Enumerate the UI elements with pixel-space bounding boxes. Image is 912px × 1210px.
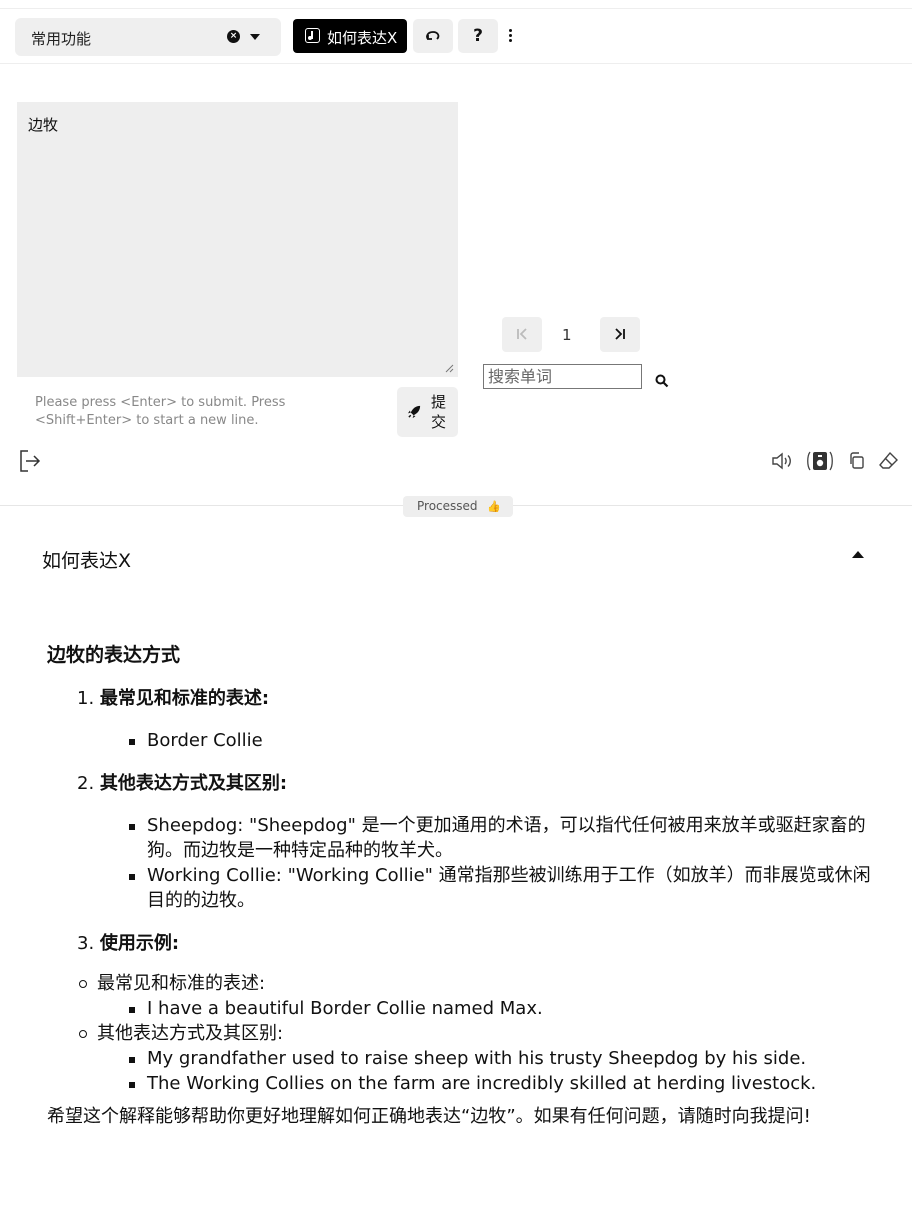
bullet-list: My grandfather used to raise sheep with … xyxy=(97,1046,877,1096)
undo-icon xyxy=(426,31,440,40)
function-select-value: 常用功能 xyxy=(31,30,92,48)
list-item: Border Collie xyxy=(129,728,877,753)
copy-icon[interactable] xyxy=(848,451,866,471)
list-item: 其他表达方式及其区别: My grandfather used to raise… xyxy=(79,1021,877,1096)
submit-hint: Please press <Enter> to submit. Press <S… xyxy=(35,395,286,428)
mode-button[interactable]: 如何表达X xyxy=(293,19,407,53)
top-toolbar: 常用功能 × 如何表达X ? xyxy=(0,8,912,64)
help-button[interactable]: ? xyxy=(458,19,498,53)
query-text: 边牧 xyxy=(28,116,59,134)
music-note-icon xyxy=(305,28,320,43)
clear-icon[interactable]: × xyxy=(227,30,240,43)
example-label: 其他表达方式及其区别: xyxy=(97,1023,284,1044)
reset-button[interactable] xyxy=(413,19,453,53)
first-page-icon xyxy=(517,328,527,340)
mode-button-label: 如何表达X xyxy=(327,29,398,47)
logout-icon[interactable] xyxy=(19,449,41,473)
chevron-down-icon[interactable] xyxy=(250,34,260,40)
bullet-list: I have a beautiful Border Collie named M… xyxy=(97,996,877,1021)
status-label: Processed xyxy=(417,499,478,513)
submit-label: 提交 xyxy=(431,393,447,431)
eraser-icon[interactable] xyxy=(879,451,899,471)
list-item: 最常见和标准的表述: I have a beautiful Border Col… xyxy=(79,971,877,1021)
item-number: 1. xyxy=(77,688,95,709)
status-badge: Processed 👍 xyxy=(403,496,513,517)
last-page-icon xyxy=(615,328,625,340)
page-number: 1 xyxy=(562,326,572,344)
list-item: 3. 使用示例: xyxy=(77,931,877,956)
list-item: My grandfather used to raise sheep with … xyxy=(129,1046,877,1071)
section-title: 最常见和标准的表述: xyxy=(99,688,270,709)
bullet-list: Sheepdog: "Sheepdog" 是一个更加通用的术语，可以指代任何被用… xyxy=(77,813,877,913)
bullet-list: Border Collie xyxy=(77,728,877,753)
list-item: 2. 其他表达方式及其区别: Sheepdog: "Sheepdog" 是一个更… xyxy=(77,771,877,913)
submit-button[interactable]: 提交 xyxy=(397,387,458,437)
section-title: 使用示例: xyxy=(99,933,180,954)
result-content: 边牧的表达方式 1. 最常见和标准的表述: Border Collie 2. 其… xyxy=(47,643,877,1129)
list-item: The Working Collies on the farm are incr… xyxy=(129,1071,877,1096)
collapse-icon[interactable] xyxy=(852,551,864,558)
speaker-icon[interactable] xyxy=(771,451,793,471)
example-list: 最常见和标准的表述: I have a beautiful Border Col… xyxy=(47,971,877,1096)
item-number: 2. xyxy=(77,773,95,794)
help-icon: ? xyxy=(473,26,483,46)
closing-text: 希望这个解释能够帮助你更好地理解如何正确地表达“边牧”。如果有任何问题，请随时向… xyxy=(47,1106,811,1127)
search-icon[interactable] xyxy=(655,374,669,388)
audio-file-icon[interactable] xyxy=(806,451,834,471)
more-menu-icon[interactable] xyxy=(507,29,513,45)
function-select[interactable]: 常用功能 × xyxy=(15,18,281,56)
result-heading: 边牧的表达方式 xyxy=(47,644,181,666)
list-item: Working Collie: "Working Collie" 通常指那些被训… xyxy=(129,863,877,913)
numbered-list: 1. 最常见和标准的表述: Border Collie 2. 其他表达方式及其区… xyxy=(47,686,877,956)
list-item: I have a beautiful Border Collie named M… xyxy=(129,996,877,1021)
word-search-input[interactable] xyxy=(483,364,642,389)
section-title: 其他表达方式及其区别: xyxy=(99,773,288,794)
result-panel-title: 如何表达X xyxy=(42,550,132,572)
rocket-icon xyxy=(407,405,421,419)
example-label: 最常见和标准的表述: xyxy=(97,973,266,994)
thumbs-up-icon: 👍 xyxy=(487,500,502,513)
list-item: 1. 最常见和标准的表述: Border Collie xyxy=(77,686,877,753)
first-page-button[interactable] xyxy=(502,317,542,352)
last-page-button[interactable] xyxy=(600,317,640,352)
query-textarea[interactable]: 边牧 xyxy=(17,102,458,377)
item-number: 3. xyxy=(77,933,95,954)
list-item: Sheepdog: "Sheepdog" 是一个更加通用的术语，可以指代任何被用… xyxy=(129,813,877,863)
resize-grip-icon[interactable] xyxy=(444,363,454,373)
